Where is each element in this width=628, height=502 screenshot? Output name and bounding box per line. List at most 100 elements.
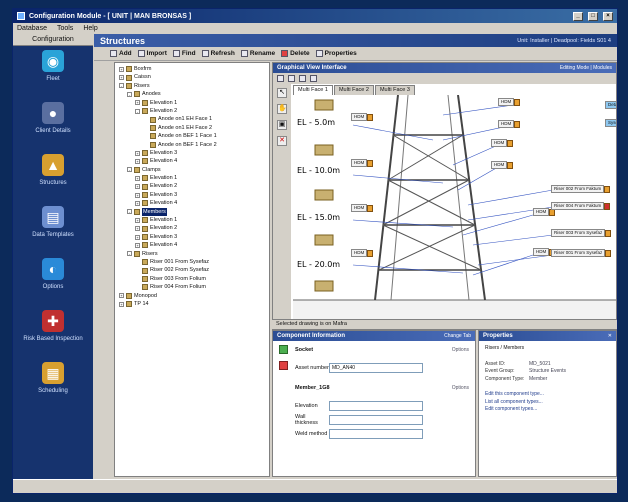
expand-icon[interactable]: +	[119, 75, 124, 81]
sidebar-item-structures[interactable]: ▲ Structures	[13, 150, 93, 202]
hdm-tag-mid-2[interactable]: HDM	[498, 120, 521, 128]
tree-node[interactable]: + Elevation 3	[115, 191, 269, 199]
sidebar-item-fleet[interactable]: ◉ Fleet	[13, 46, 93, 98]
riser-tag-1[interactable]: Riser 002 From Faktum	[551, 185, 611, 193]
tab-multi-face-1[interactable]: Multi Face 1	[293, 85, 333, 95]
tree-node[interactable]: + Elevation 2	[115, 182, 269, 190]
expand-icon[interactable]: +	[135, 158, 140, 164]
sidebar-item-scheduling[interactable]: ▦ Scheduling	[13, 358, 93, 410]
member-options-link[interactable]: Options	[452, 385, 469, 391]
refresh-button[interactable]: Refresh	[201, 50, 235, 57]
tree-node[interactable]: + Elevation 1	[115, 99, 269, 107]
expand-icon[interactable]: +	[135, 200, 140, 206]
close-button[interactable]: ×	[603, 11, 613, 21]
import-button[interactable]: Import	[137, 50, 167, 57]
expand-icon[interactable]: +	[119, 301, 124, 307]
structure-tree[interactable]: + Boxfrm + Caissn - Risers - Anodes + Elevation 1…	[114, 62, 270, 477]
hdm-tag-left-4[interactable]: HDM	[351, 249, 374, 257]
structure-drawing[interactable]: EL - 5.0m EL - 10.0m EL - 15.0m EL - 20.…	[293, 95, 616, 319]
expand-icon[interactable]: +	[135, 192, 140, 198]
zoom-icon[interactable]	[277, 75, 284, 82]
arrow-icon[interactable]	[310, 75, 317, 82]
collapse-icon[interactable]: -	[127, 251, 132, 257]
rename-button[interactable]: Rename	[240, 50, 275, 57]
tree-node[interactable]: - Risers	[115, 82, 269, 90]
properties-close-icon[interactable]: ✕	[608, 333, 612, 339]
tree-node[interactable]: + Elevation 4	[115, 241, 269, 249]
expand-icon[interactable]: +	[135, 217, 140, 223]
find-button[interactable]: Find	[172, 50, 196, 57]
fit-icon[interactable]	[299, 75, 306, 82]
sysefaz-button[interactable]: Sysefaz	[605, 119, 616, 127]
tree-node[interactable]: - Anodes	[115, 90, 269, 98]
delete-tool-icon[interactable]: ✕	[277, 136, 287, 146]
tree-node[interactable]: + Caissn	[115, 73, 269, 81]
collapse-icon[interactable]: -	[127, 91, 132, 97]
wall-thickness-field[interactable]	[329, 415, 423, 425]
list-component-types-link[interactable]: List all component types...	[479, 399, 616, 407]
pan-icon[interactable]	[288, 75, 295, 82]
collapse-icon[interactable]: -	[127, 167, 132, 173]
expand-icon[interactable]: +	[135, 184, 140, 190]
edit-component-types-link[interactable]: Edit component types...	[479, 406, 616, 414]
tree-node[interactable]: Riser 003 From Folium	[115, 275, 269, 283]
tree-node[interactable]: + Elevation 4	[115, 157, 269, 165]
change-tab-link[interactable]: Change Tab	[444, 333, 471, 339]
hdm-tag-mid-3[interactable]: HDM	[491, 139, 514, 147]
tree-node[interactable]: - Clamps	[115, 166, 269, 174]
asset-number-field[interactable]: MD_AN40	[329, 363, 423, 373]
riser-tag-3[interactable]: Riser 003 From Sysefaz	[551, 229, 612, 237]
expand-icon[interactable]: +	[135, 234, 140, 240]
tree-node[interactable]: Riser 001 From Sysefaz	[115, 258, 269, 266]
maximize-button[interactable]: □	[588, 11, 598, 21]
sidebar-item-risk-based-inspection[interactable]: ✚ Risk Based Inspection	[13, 306, 93, 358]
riser-tag-4[interactable]: Riser 001 From Sysefaz	[551, 249, 612, 257]
tree-node[interactable]: - Members	[115, 207, 269, 217]
menu-database[interactable]: Database	[17, 25, 47, 32]
tree-node[interactable]: + Elevation 4	[115, 199, 269, 207]
properties-button[interactable]: Properties	[315, 50, 357, 57]
menu-tools[interactable]: Tools	[57, 25, 73, 32]
edit-component-type-link[interactable]: Edit this component type...	[479, 391, 616, 399]
tree-node[interactable]: + Elevation 1	[115, 174, 269, 182]
hdm-tag-mid-4[interactable]: HDM	[491, 161, 514, 169]
tree-node[interactable]: Riser 002 From Sysefaz	[115, 266, 269, 274]
tab-multi-face-3[interactable]: Multi Face 3	[374, 85, 415, 95]
sidebar-item-options[interactable]: ◐ Options	[13, 254, 93, 306]
tree-node[interactable]: + Monopod	[115, 292, 269, 300]
expand-icon[interactable]: +	[135, 242, 140, 248]
menu-help[interactable]: Help	[83, 25, 97, 32]
sidebar-item-client-details[interactable]: ● Client Details	[13, 98, 93, 150]
expand-icon[interactable]: +	[135, 175, 140, 181]
select-tool-icon[interactable]: ↖	[277, 88, 287, 98]
tree-node[interactable]: Anode on1 EH Face 1	[115, 115, 269, 123]
tree-node[interactable]: Anode on BEF 1 Face 1	[115, 132, 269, 140]
weld-method-field[interactable]	[329, 429, 423, 439]
tree-node[interactable]: + Elevation 2	[115, 224, 269, 232]
expand-icon[interactable]: +	[135, 150, 140, 156]
delete-button[interactable]: Delete	[281, 50, 310, 57]
expand-icon[interactable]: +	[135, 226, 140, 232]
tree-node[interactable]: - Risers	[115, 250, 269, 258]
tree-node[interactable]: Anode on BEF 1 Face 2	[115, 141, 269, 149]
tree-node[interactable]: + TP 14	[115, 300, 269, 308]
hdm-tag-mid-1[interactable]: HDM	[498, 98, 521, 106]
expand-icon[interactable]: +	[119, 66, 124, 72]
tree-node[interactable]: Anode on1 EH Face 2	[115, 124, 269, 132]
sidebar-item-data-templates[interactable]: ▤ Data Templates	[13, 202, 93, 254]
hand-tool-icon[interactable]: ✋	[277, 104, 287, 114]
tree-node[interactable]: - Elevation 2	[115, 107, 269, 115]
tree-node[interactable]: + Boxfrm	[115, 65, 269, 73]
minimize-button[interactable]: _	[573, 11, 583, 21]
expand-icon[interactable]: +	[119, 293, 124, 299]
tree-node[interactable]: Riser 004 From Folium	[115, 283, 269, 291]
elevation-field[interactable]	[329, 401, 423, 411]
hdm-tag-left-1[interactable]: HDM	[351, 113, 374, 121]
socket-options-link[interactable]: Options	[452, 347, 469, 353]
collapse-icon[interactable]: -	[135, 108, 140, 114]
riser-tag-2[interactable]: Riser 004 From Faktum	[551, 202, 611, 210]
tab-multi-face-2[interactable]: Multi Face 2	[333, 85, 374, 95]
hdm-tag-left-3[interactable]: HDM	[351, 204, 374, 212]
tree-node[interactable]: + Elevation 1	[115, 216, 269, 224]
collapse-icon[interactable]: -	[127, 209, 132, 215]
